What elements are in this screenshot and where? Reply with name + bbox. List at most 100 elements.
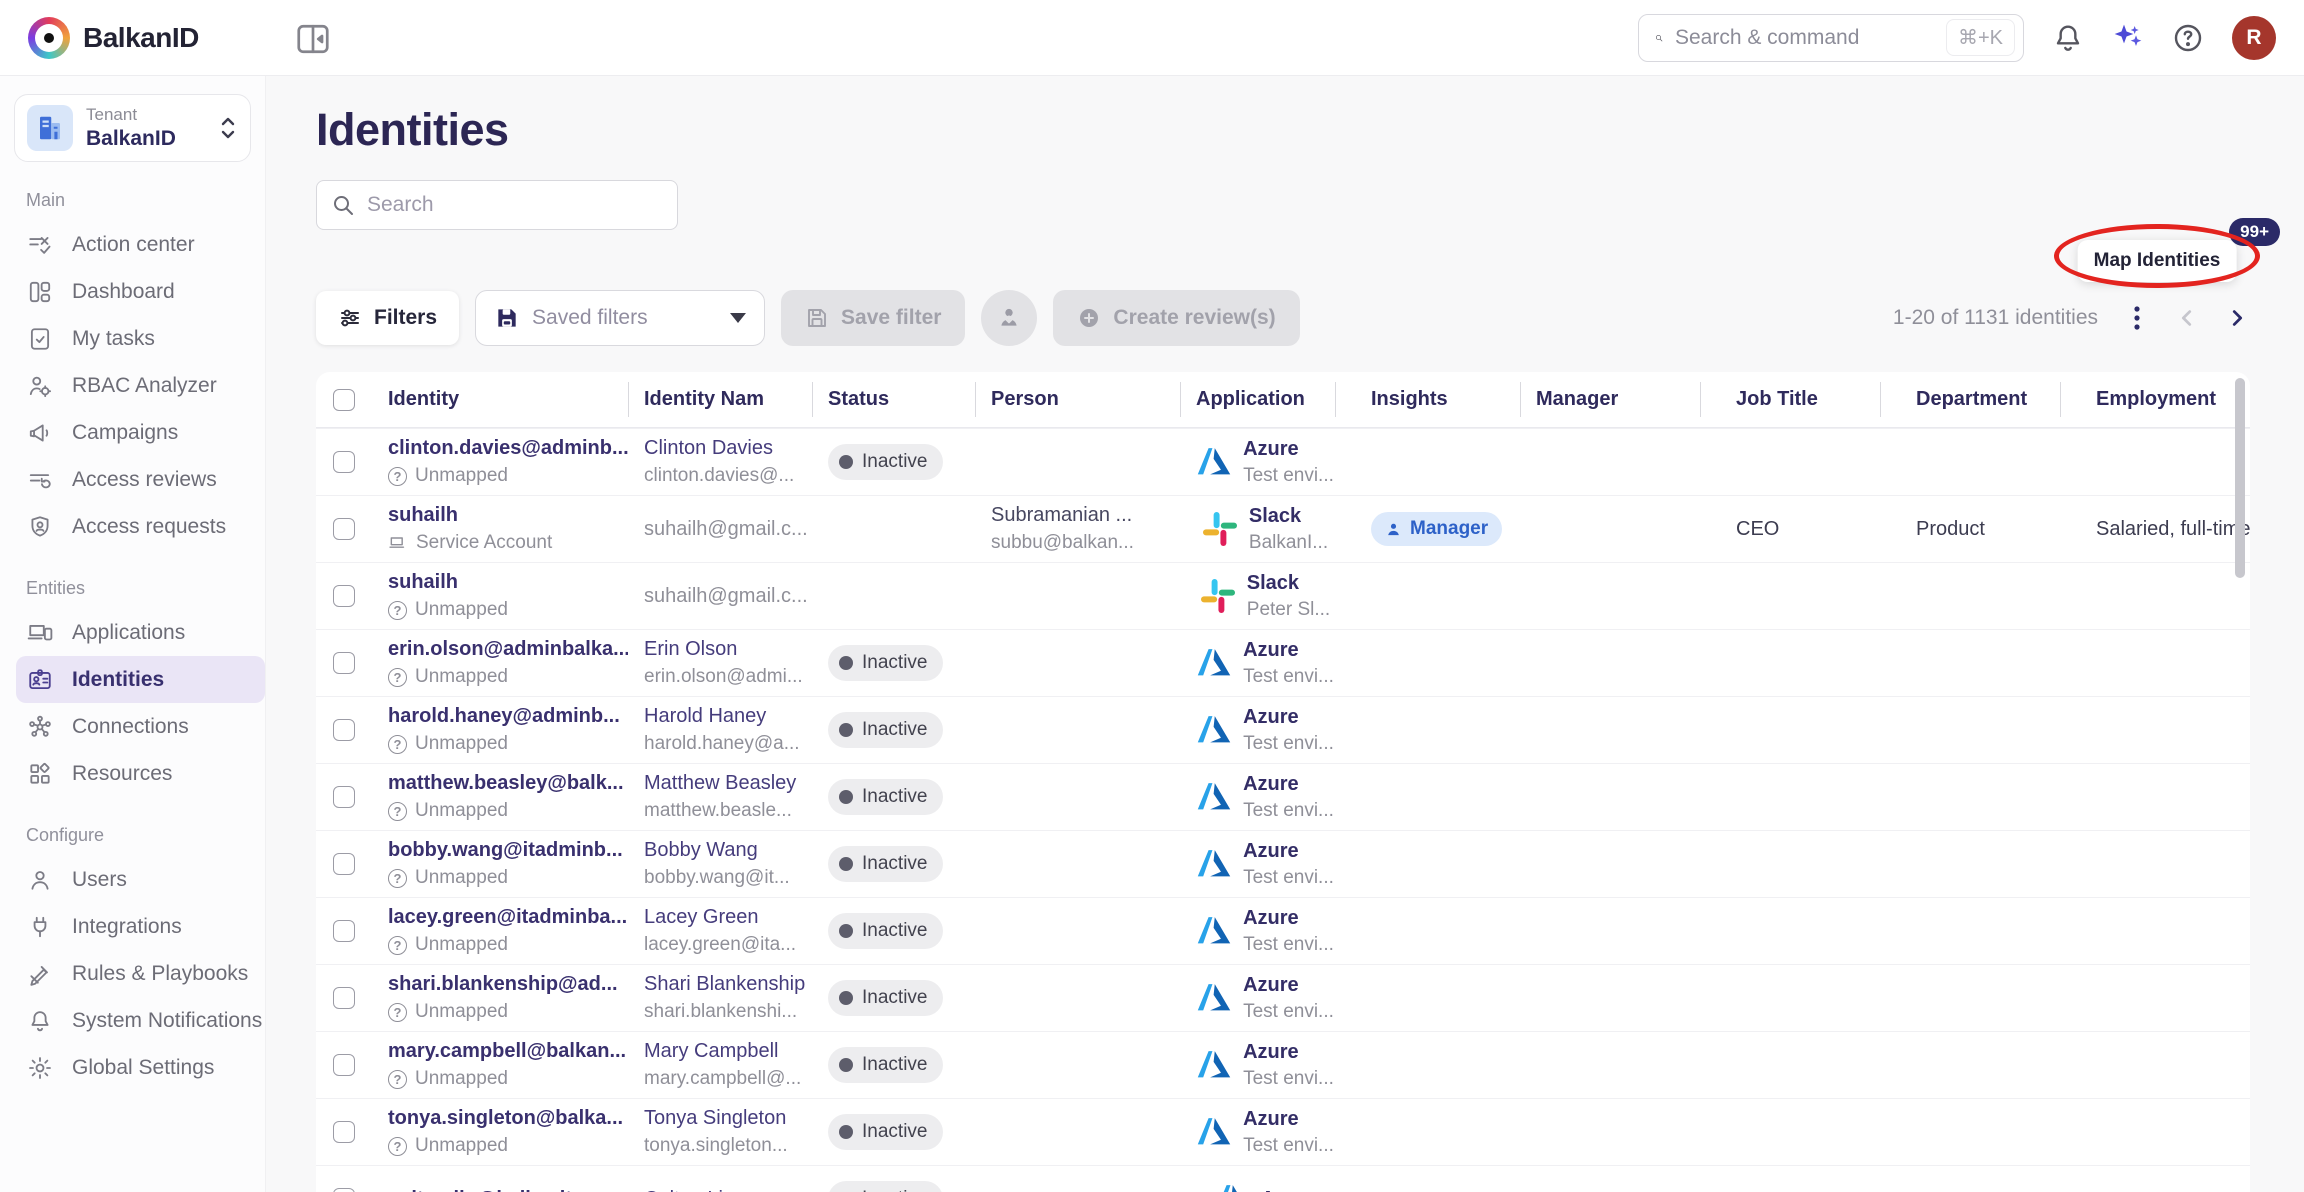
more-options-icon[interactable] [2126, 305, 2148, 331]
application-cell: AzureTest envi... [1180, 898, 1335, 964]
row-checkbox[interactable] [333, 1054, 355, 1076]
application-environment: Test envi... [1243, 1135, 1334, 1157]
table-row[interactable]: mary.campbell@balkan...?UnmappedMary Cam… [316, 1031, 2250, 1098]
sidebar-item-applications[interactable]: Applications [0, 609, 265, 656]
row-checkbox[interactable] [333, 853, 355, 875]
column-header-identity[interactable]: Identity [372, 372, 628, 427]
column-header-department[interactable]: Department [1880, 372, 2060, 427]
dashboard-icon [27, 279, 53, 305]
insights-cell [1335, 898, 1520, 964]
help-icon[interactable] [2172, 22, 2204, 54]
table-row[interactable]: suhailhService Accountsuhailh@gmail.c...… [316, 495, 2250, 562]
sidebar-item-rbac-analyzer[interactable]: RBAC Analyzer [0, 362, 265, 409]
save-filter-button[interactable]: Save filter [781, 290, 965, 346]
sidebar-item-dashboard[interactable]: Dashboard [0, 268, 265, 315]
row-checkbox[interactable] [333, 786, 355, 808]
slack-logo [1201, 579, 1235, 613]
toolbar: Filters Saved filters Save filter [316, 290, 2250, 346]
unmapped-icon: ? [388, 467, 407, 486]
status-badge: Inactive [828, 779, 943, 815]
row-checkbox[interactable] [333, 920, 355, 942]
sidebar-item-my-tasks[interactable]: My tasks [0, 315, 265, 362]
table-scrollbar[interactable] [2235, 378, 2245, 578]
table-row[interactable]: matthew.beasley@balk...?UnmappedMatthew … [316, 763, 2250, 830]
table-row[interactable]: bobby.wang@itadminb...?UnmappedBobby Wan… [316, 830, 2250, 897]
tenant-selector[interactable]: Tenant BalkanID [14, 94, 251, 162]
identity-name-cell: suhailh@gmail.c... [628, 563, 812, 629]
prev-page-icon[interactable] [2176, 307, 2198, 329]
sidebar-item-access-requests[interactable]: Access requests [0, 503, 265, 550]
identities-search-input[interactable] [367, 193, 663, 217]
table-row[interactable]: lacey.green@itadminba...?UnmappedLacey G… [316, 897, 2250, 964]
unmapped-icon: ? [388, 1137, 407, 1156]
table-row[interactable]: harold.haney@adminb...?UnmappedHarold Ha… [316, 696, 2250, 763]
sidebar-item-system-notifications[interactable]: System Notifications [0, 997, 265, 1044]
create-reviews-button[interactable]: Create review(s) [1053, 290, 1299, 346]
identity-cell: shari.blankenship@ad...?Unmapped [372, 965, 628, 1031]
ai-sparkles-icon[interactable] [2112, 22, 2144, 54]
sidebar-item-action-center[interactable]: Action center [0, 221, 265, 268]
sidebar-item-resources[interactable]: Resources [0, 750, 265, 797]
identity-name-cell: Tonya Singletontonya.singleton... [628, 1099, 812, 1165]
row-checkbox[interactable] [333, 1121, 355, 1143]
sidebar-item-connections[interactable]: Connections [0, 703, 265, 750]
row-checkbox[interactable] [333, 719, 355, 741]
column-header-status[interactable]: Status [812, 372, 975, 427]
department-cell [1880, 1099, 2060, 1165]
status-dot-icon [839, 455, 853, 469]
sidebar-item-users[interactable]: Users [0, 856, 265, 903]
filters-button[interactable]: Filters [316, 291, 459, 345]
person-name: Subramanian ... [991, 504, 1180, 527]
manager-cell [1520, 965, 1700, 1031]
sidebar-item-global-settings[interactable]: Global Settings [0, 1044, 265, 1091]
next-page-icon[interactable] [2226, 307, 2248, 329]
sidebar-item-access-reviews[interactable]: Access reviews [0, 456, 265, 503]
row-checkbox[interactable] [333, 1188, 355, 1192]
saved-filters-select[interactable]: Saved filters [475, 290, 765, 346]
manager-cell [1520, 630, 1700, 696]
identity-type-badge: ?Unmapped [388, 1001, 628, 1023]
table-row[interactable]: erin.olson@adminbalka...?UnmappedErin Ol… [316, 629, 2250, 696]
table-row[interactable]: suhailh?Unmappedsuhailh@gmail.c...SlackP… [316, 562, 2250, 629]
command-search-input[interactable] [1675, 26, 1946, 50]
row-checkbox[interactable] [333, 652, 355, 674]
sidebar-collapse-icon[interactable] [295, 21, 331, 55]
map-identities-button[interactable]: Map Identities [2078, 240, 2237, 282]
department-cell [1880, 1166, 2060, 1192]
user-avatar[interactable]: R [2232, 16, 2276, 60]
identities-search[interactable] [316, 180, 678, 230]
column-header-identity-nam[interactable]: Identity Nam [628, 372, 812, 427]
row-checkbox[interactable] [333, 518, 355, 540]
export-identities-button[interactable] [981, 290, 1037, 346]
application-name: Azure [1243, 907, 1334, 930]
table-row[interactable]: shari.blankenship@ad...?UnmappedShari Bl… [316, 964, 2250, 1031]
status-badge: Inactive [828, 444, 943, 480]
sidebar-item-campaigns[interactable]: Campaigns [0, 409, 265, 456]
sidebar-item-rules-playbooks[interactable]: Rules & Playbooks [0, 950, 265, 997]
select-all-checkbox[interactable] [333, 389, 355, 411]
table-row[interactable]: colton.liu@balkanit.on...Colton LiuInact… [316, 1165, 2250, 1192]
column-header-application[interactable]: Application [1180, 372, 1335, 427]
resources-icon [27, 761, 53, 787]
azure-logo [1197, 914, 1231, 948]
column-header-employment[interactable]: Employment [2060, 372, 2250, 427]
sidebar-item-identities[interactable]: Identities [16, 656, 265, 703]
column-header-manager[interactable]: Manager [1520, 372, 1700, 427]
column-header-person[interactable]: Person [975, 372, 1180, 427]
sidebar-item-integrations[interactable]: Integrations [0, 903, 265, 950]
table-row[interactable]: clinton.davies@adminb...?UnmappedClinton… [316, 428, 2250, 495]
column-header-job-title[interactable]: Job Title [1700, 372, 1880, 427]
row-checkbox[interactable] [333, 451, 355, 473]
command-search[interactable]: ⌘+K [1638, 14, 2024, 62]
application-name: Azure [1261, 1188, 1317, 1192]
sidebar-item-label: Action center [72, 233, 195, 257]
notifications-bell-icon[interactable] [2052, 22, 2084, 54]
status-cell: Inactive [812, 1166, 975, 1192]
insights-cell [1335, 1099, 1520, 1165]
table-row[interactable]: tonya.singleton@balka...?UnmappedTonya S… [316, 1098, 2250, 1165]
column-header-insights[interactable]: Insights [1335, 372, 1520, 427]
row-checkbox[interactable] [333, 987, 355, 1009]
identity-cell: erin.olson@adminbalka...?Unmapped [372, 630, 628, 696]
job-title-cell: CEO [1700, 496, 1880, 562]
row-checkbox[interactable] [333, 585, 355, 607]
